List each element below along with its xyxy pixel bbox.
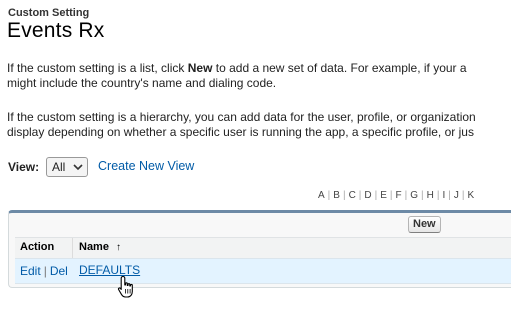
alpha-separator: | bbox=[389, 190, 393, 201]
alpha-separator: | bbox=[404, 190, 408, 201]
alpha-filter-i[interactable]: I bbox=[442, 190, 445, 201]
delete-link[interactable]: Del bbox=[50, 264, 68, 278]
alpha-separator: | bbox=[374, 190, 378, 201]
column-header-name-label: Name bbox=[79, 241, 109, 253]
view-select-value: All bbox=[52, 160, 66, 174]
alpha-filter-g[interactable]: G bbox=[410, 190, 418, 201]
alpha-filter-j[interactable]: J bbox=[454, 190, 459, 201]
row-actions: Edit | Del bbox=[20, 264, 68, 278]
column-divider bbox=[72, 238, 73, 258]
desc-text: to add a new set of data. For example, i… bbox=[212, 61, 467, 75]
desc-text: display depending on whether a specific … bbox=[7, 125, 474, 139]
sort-ascending-icon: ↑ bbox=[116, 242, 122, 253]
alpha-separator: | bbox=[436, 190, 440, 201]
hand-pointer-cursor-icon bbox=[117, 275, 133, 298]
alpha-filter-c[interactable]: C bbox=[349, 190, 356, 201]
column-header-name[interactable]: Name ↑ bbox=[79, 241, 121, 253]
page-title: Events Rx bbox=[7, 19, 105, 42]
chevron-down-icon bbox=[73, 164, 83, 171]
view-select[interactable]: All bbox=[46, 157, 88, 177]
alpha-separator: | bbox=[358, 190, 362, 201]
desc-new-keyword: New bbox=[187, 61, 213, 75]
edit-link[interactable]: Edit bbox=[20, 264, 41, 278]
hierarchy-description: If the custom setting is a hierarchy, yo… bbox=[7, 110, 476, 140]
alpha-filter-f[interactable]: F bbox=[396, 190, 402, 201]
desc-text: If the custom setting is a hierarchy, yo… bbox=[7, 110, 476, 124]
action-separator: | bbox=[43, 264, 47, 278]
desc-text: might include the country's name and dia… bbox=[7, 76, 277, 90]
alpha-filter-b[interactable]: B bbox=[333, 190, 340, 201]
alpha-filter-e[interactable]: E bbox=[380, 190, 387, 201]
alpha-filter-k[interactable]: K bbox=[467, 190, 474, 201]
alpha-filter-a[interactable]: A bbox=[318, 190, 325, 201]
view-label: View: bbox=[8, 160, 40, 174]
page-subtitle: Custom Setting bbox=[8, 7, 90, 19]
alpha-filter: A | B | C | D | E | F | G | H | I | J | K bbox=[318, 190, 474, 201]
alpha-separator: | bbox=[342, 190, 346, 201]
new-button[interactable]: New bbox=[408, 216, 441, 233]
alpha-separator: | bbox=[448, 190, 451, 201]
create-new-view-link[interactable]: Create New View bbox=[98, 159, 194, 173]
alpha-filter-h[interactable]: H bbox=[427, 190, 434, 201]
alpha-separator: | bbox=[421, 190, 424, 201]
alpha-filter-d[interactable]: D bbox=[364, 190, 371, 201]
desc-text: If the custom setting is a list, click bbox=[7, 61, 188, 75]
alpha-separator: | bbox=[327, 190, 331, 201]
list-description: If the custom setting is a list, click N… bbox=[7, 61, 467, 91]
alpha-separator: | bbox=[461, 190, 465, 201]
column-header-action: Action bbox=[20, 241, 55, 253]
